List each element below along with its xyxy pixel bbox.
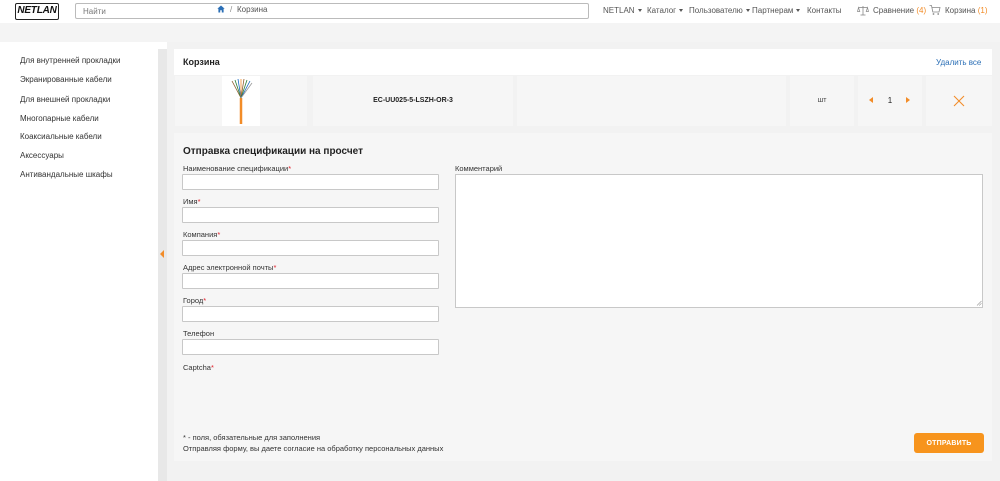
chevron-down-icon [679,9,684,12]
header: NETLAN NETLAN Каталог Пользователю Партн… [0,0,1000,23]
decrease-arrow-icon[interactable] [869,97,873,103]
sidebar-item-shielded[interactable]: Экранированные кабели [20,75,112,84]
sidebar-item-cabinets[interactable]: Антивандальные шкафы [20,170,113,179]
cart-header [174,49,992,75]
quantity-stepper: 1 [858,76,922,126]
cart-item-spacer-cell [517,76,786,126]
increase-arrow-icon[interactable] [906,97,910,103]
cart-count: (1) [977,6,988,15]
compare-count: (4) [916,6,927,15]
email-field[interactable] [182,273,439,289]
nav-partners[interactable]: Партнерам [752,6,801,15]
cart-item-remove-cell [926,76,992,126]
sidebar-item-multipair[interactable]: Многопарные кабели [20,114,99,123]
breadcrumb-current: Корзина [237,5,268,14]
cart-item-unit-cell: шт [790,76,854,126]
nav-netlan[interactable]: NETLAN [603,6,642,15]
nav-catalog[interactable]: Каталог [647,6,684,15]
netlan-logo[interactable]: NETLAN [15,3,59,20]
delete-all-link[interactable]: Удалить все [936,58,981,67]
product-unit: шт [817,97,827,104]
consent-note: Отправляя форму, вы даете согласие на об… [183,444,444,453]
comment-textarea[interactable] [455,174,983,308]
captcha-label: Captcha* [183,363,214,372]
cart-link[interactable]: Корзина (1) [945,6,988,15]
breadcrumb [0,23,1000,42]
sidebar-toggle-track[interactable] [158,49,167,481]
cart-item-image-cell [175,76,307,126]
nav-contacts[interactable]: Контакты [807,6,842,15]
home-icon[interactable] [217,5,225,13]
close-icon[interactable] [953,95,965,107]
spec-name-input[interactable] [182,174,439,190]
field-label-email: Адрес электронной почты* [183,263,277,272]
name-input[interactable] [182,207,439,223]
cart-item-sku-cell: EC-UU025-5-LSZH-OR-3 [313,76,513,126]
cable-image [231,78,253,124]
compare-link[interactable]: Сравнение (4) [873,6,926,15]
scales-icon[interactable] [857,5,869,16]
chevron-down-icon [745,9,750,12]
required-fields-note: * - поля, обязательные для заполнения [183,433,321,442]
search-input[interactable] [75,3,589,19]
city-input[interactable] [182,306,439,322]
cart-title: Корзина [183,57,220,67]
field-label-spec-name: Наименование спецификации* [183,164,292,173]
submit-button[interactable]: ОТПРАВИТЬ [914,433,984,453]
field-label-name: Имя* [183,197,201,206]
breadcrumb-separator: / [230,5,233,14]
company-input[interactable] [182,240,439,256]
collapse-arrow-icon[interactable] [160,250,164,258]
sidebar-item-indoor[interactable]: Для внутренней прокладки [20,56,120,65]
field-label-company: Компания* [183,230,221,239]
resize-grip-icon[interactable] [976,300,982,306]
chevron-down-icon [796,9,801,12]
form-title: Отправка спецификации на просчет [183,146,363,157]
nav-user[interactable]: Пользователю [689,6,750,15]
sidebar-item-coaxial[interactable]: Коаксиальные кабели [20,132,102,141]
field-label-city: Город* [183,296,207,305]
product-sku[interactable]: EC-UU025-5-LSZH-OR-3 [313,97,513,104]
comment-label: Комментарий [455,164,503,173]
quantity-value[interactable]: 1 [884,96,896,105]
phone-input[interactable] [182,339,439,355]
field-label-phone: Телефон [183,329,215,338]
sidebar-item-accessories[interactable]: Аксессуары [20,151,64,160]
chevron-down-icon [637,9,642,12]
product-image[interactable] [222,76,260,126]
sidebar-item-outdoor[interactable]: Для внешней прокладки [20,95,110,104]
cart-icon[interactable] [929,4,941,16]
